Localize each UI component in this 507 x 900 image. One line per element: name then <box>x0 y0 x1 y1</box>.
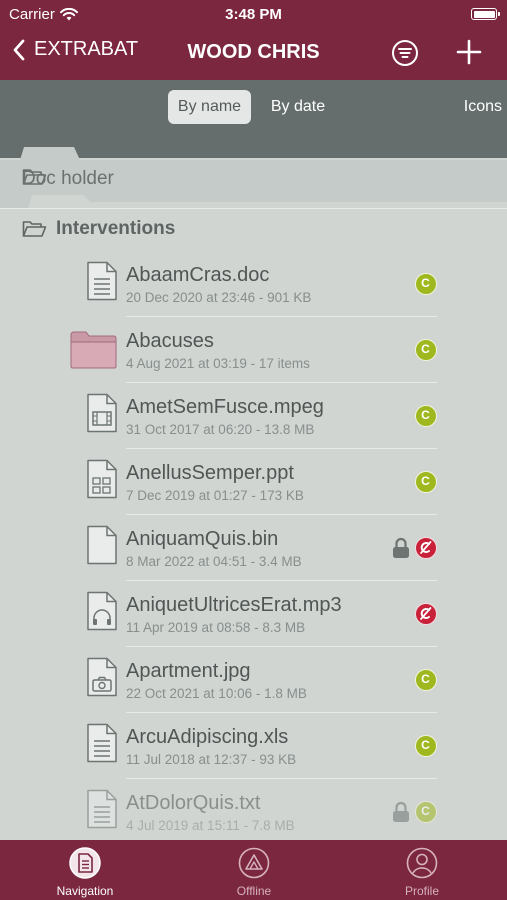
folder-open-icon <box>22 169 47 185</box>
file-name: AnellusSemper.ppt <box>126 462 294 484</box>
video-file-icon <box>87 393 117 433</box>
badge-letter: C <box>421 804 430 818</box>
badge-letter: C <box>421 738 430 752</box>
blank-file-icon <box>87 525 117 565</box>
badge-letter: C <box>421 408 430 422</box>
sort-by-date-tab[interactable]: By date <box>260 90 336 124</box>
current-folder-header: Interventions <box>22 218 175 240</box>
file-name: Apartment.jpg <box>126 660 251 682</box>
chevron-left-icon <box>13 39 25 60</box>
folder-icon <box>70 331 117 369</box>
document-lines-icon <box>87 789 117 829</box>
checked-in-badge-icon: C <box>415 669 437 691</box>
file-name: AmetSemFusce.mpeg <box>126 396 324 418</box>
badge-letter: C <box>421 474 430 488</box>
file-name: AniquetUltricesErat.mp3 <box>126 594 342 616</box>
file-meta: 31 Oct 2017 at 06:20 - 13.8 MB <box>126 422 315 437</box>
offline-icon <box>238 847 270 879</box>
plus-icon[interactable] <box>455 38 483 66</box>
tab-offline[interactable]: Offline <box>194 840 314 900</box>
status-time: 3:48 PM <box>225 6 282 23</box>
badge-letter: C <box>421 276 430 290</box>
file-name: ArcuAdipiscing.xls <box>126 726 289 748</box>
folder-tabs: Doc holder <box>0 145 507 210</box>
not-synced-badge-icon <box>415 537 437 559</box>
icons-view-button[interactable]: Icons <box>444 90 502 124</box>
folder-open-icon <box>22 221 47 237</box>
checked-in-badge-icon: C <box>415 339 437 361</box>
file-name: AbaamCras.doc <box>126 264 270 286</box>
list-item[interactable]: Abacuses 4 Aug 2021 at 03:19 - 17 items … <box>0 317 507 383</box>
list-item[interactable]: AnellusSemper.ppt 7 Dec 2019 at 01:27 - … <box>0 449 507 515</box>
sort-by-name-tab[interactable]: By name <box>168 90 251 124</box>
checked-in-badge-icon: C <box>415 405 437 427</box>
tab-navigation-label: Navigation <box>56 884 114 898</box>
navigation-bar: EXTRABAT WOOD CHRIS <box>0 28 507 80</box>
list-item[interactable]: AniquetUltricesErat.mp3 11 Apr 2019 at 0… <box>0 581 507 647</box>
file-name: AniquamQuis.bin <box>126 528 279 550</box>
parent-folder-link[interactable]: Doc holder <box>22 168 114 190</box>
badge-letter: C <box>421 672 430 686</box>
file-meta: 8 Mar 2022 at 04:51 - 3.4 MB <box>126 554 302 569</box>
presentation-file-icon <box>87 459 117 499</box>
back-label: EXTRABAT <box>34 38 139 60</box>
file-name: AtDolorQuis.txt <box>126 792 261 814</box>
list-item[interactable]: AmetSemFusce.mpeg 31 Oct 2017 at 06:20 -… <box>0 383 507 449</box>
file-meta: 4 Jul 2019 at 15:11 - 7.8 MB <box>126 818 295 833</box>
image-file-icon <box>87 657 117 697</box>
not-synced-badge-icon <box>415 603 437 625</box>
lock-icon <box>393 801 409 822</box>
file-meta: 22 Oct 2021 at 10:06 - 1.8 MB <box>126 686 307 701</box>
file-name: Abacuses <box>126 330 214 352</box>
navigation-icon <box>69 847 101 879</box>
filter-icon[interactable] <box>391 39 419 67</box>
audio-file-icon <box>87 591 117 631</box>
tab-profile-label: Profile <box>404 884 439 898</box>
back-button[interactable]: EXTRABAT <box>12 38 138 61</box>
document-lines-icon <box>87 723 117 763</box>
top-bar: Carrier 3:48 PM EXTRABAT WOOD CHRIS <box>0 0 507 80</box>
crossed-c-icon <box>420 541 432 554</box>
status-bar: Carrier 3:48 PM <box>0 0 507 28</box>
checked-in-badge-icon: C <box>415 273 437 295</box>
crossed-c-icon <box>420 607 432 620</box>
tab-navigation[interactable]: Navigation <box>25 840 145 900</box>
badge-letter: C <box>421 342 430 356</box>
checked-in-badge-icon: C <box>415 801 437 823</box>
tab-offline-label: Offline <box>236 884 272 898</box>
checked-in-badge-icon: C <box>415 735 437 757</box>
document-lines-icon <box>87 261 117 301</box>
battery-icon <box>471 8 500 20</box>
tab-bar: Navigation Offline Profile <box>0 840 507 900</box>
lock-icon <box>393 537 409 558</box>
list-item[interactable]: ArcuAdipiscing.xls 11 Jul 2018 at 12:37 … <box>0 713 507 779</box>
file-meta: 7 Dec 2019 at 01:27 - 173 KB <box>126 488 304 503</box>
list-item[interactable]: AbaamCras.doc 20 Dec 2020 at 23:46 - 901… <box>0 251 507 317</box>
file-meta: 4 Aug 2021 at 03:19 - 17 items <box>126 356 310 371</box>
profile-icon <box>406 847 438 879</box>
file-meta: 11 Jul 2018 at 12:37 - 93 KB <box>126 752 297 767</box>
list-item[interactable]: AtDolorQuis.txt 4 Jul 2019 at 15:11 - 7.… <box>0 779 507 845</box>
tab-profile[interactable]: Profile <box>362 840 482 900</box>
checked-in-badge-icon: C <box>415 471 437 493</box>
current-folder-title: Interventions <box>56 218 176 239</box>
file-meta: 20 Dec 2020 at 23:46 - 901 KB <box>126 290 312 305</box>
list-item[interactable]: AniquamQuis.bin 8 Mar 2022 at 04:51 - 3.… <box>0 515 507 581</box>
file-meta: 11 Apr 2019 at 08:58 - 8.3 MB <box>126 620 306 635</box>
list-item[interactable]: Apartment.jpg 22 Oct 2021 at 10:06 - 1.8… <box>0 647 507 713</box>
